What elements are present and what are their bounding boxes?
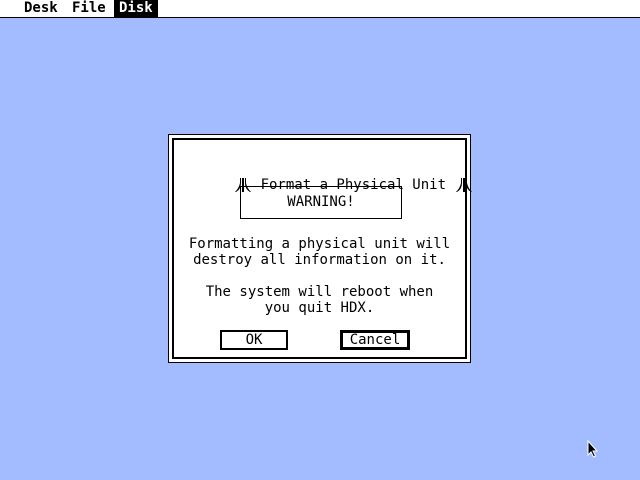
menu-bar: Desk File Disk	[0, 0, 640, 18]
message-line: destroy all information on it.	[193, 252, 446, 268]
message-line: The system will reboot when	[205, 284, 434, 300]
warning-text: WARNING!	[287, 194, 355, 210]
message-line: you quit HDX.	[264, 300, 375, 316]
ok-button[interactable]: OK	[220, 330, 288, 350]
format-dialog: Format a Physical Unit WARNING! Formatti…	[168, 134, 473, 363]
arrow-pointer-icon	[587, 440, 599, 458]
menu-desk[interactable]: Desk	[19, 0, 63, 17]
dialog-frame: Format a Physical Unit WARNING! Formatti…	[172, 138, 473, 359]
menu-file[interactable]: File	[67, 0, 111, 17]
cancel-button[interactable]: Cancel	[340, 330, 410, 350]
atari-logo-icon	[456, 178, 473, 192]
warning-box: WARNING!	[240, 186, 402, 219]
dialog-title-row: Format a Physical Unit	[174, 155, 473, 193]
message-line: Formatting a physical unit will	[188, 236, 451, 252]
menu-disk[interactable]: Disk	[114, 0, 158, 17]
